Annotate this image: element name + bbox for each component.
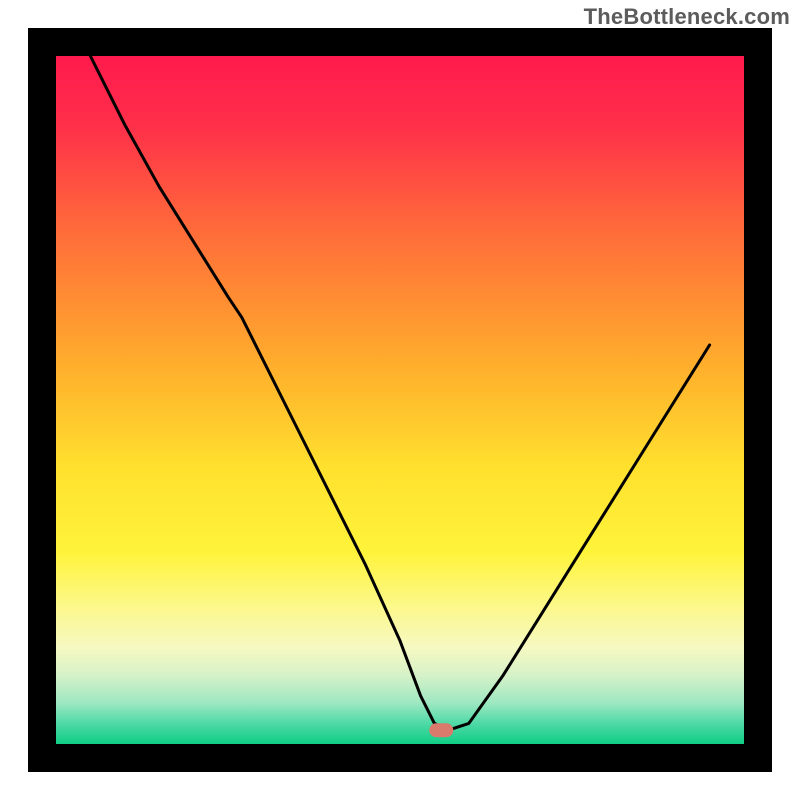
optimal-point-marker [429,723,453,737]
chart-container: TheBottleneck.com [0,0,800,800]
watermark-text: TheBottleneck.com [584,4,790,30]
bottleneck-chart [0,0,800,800]
